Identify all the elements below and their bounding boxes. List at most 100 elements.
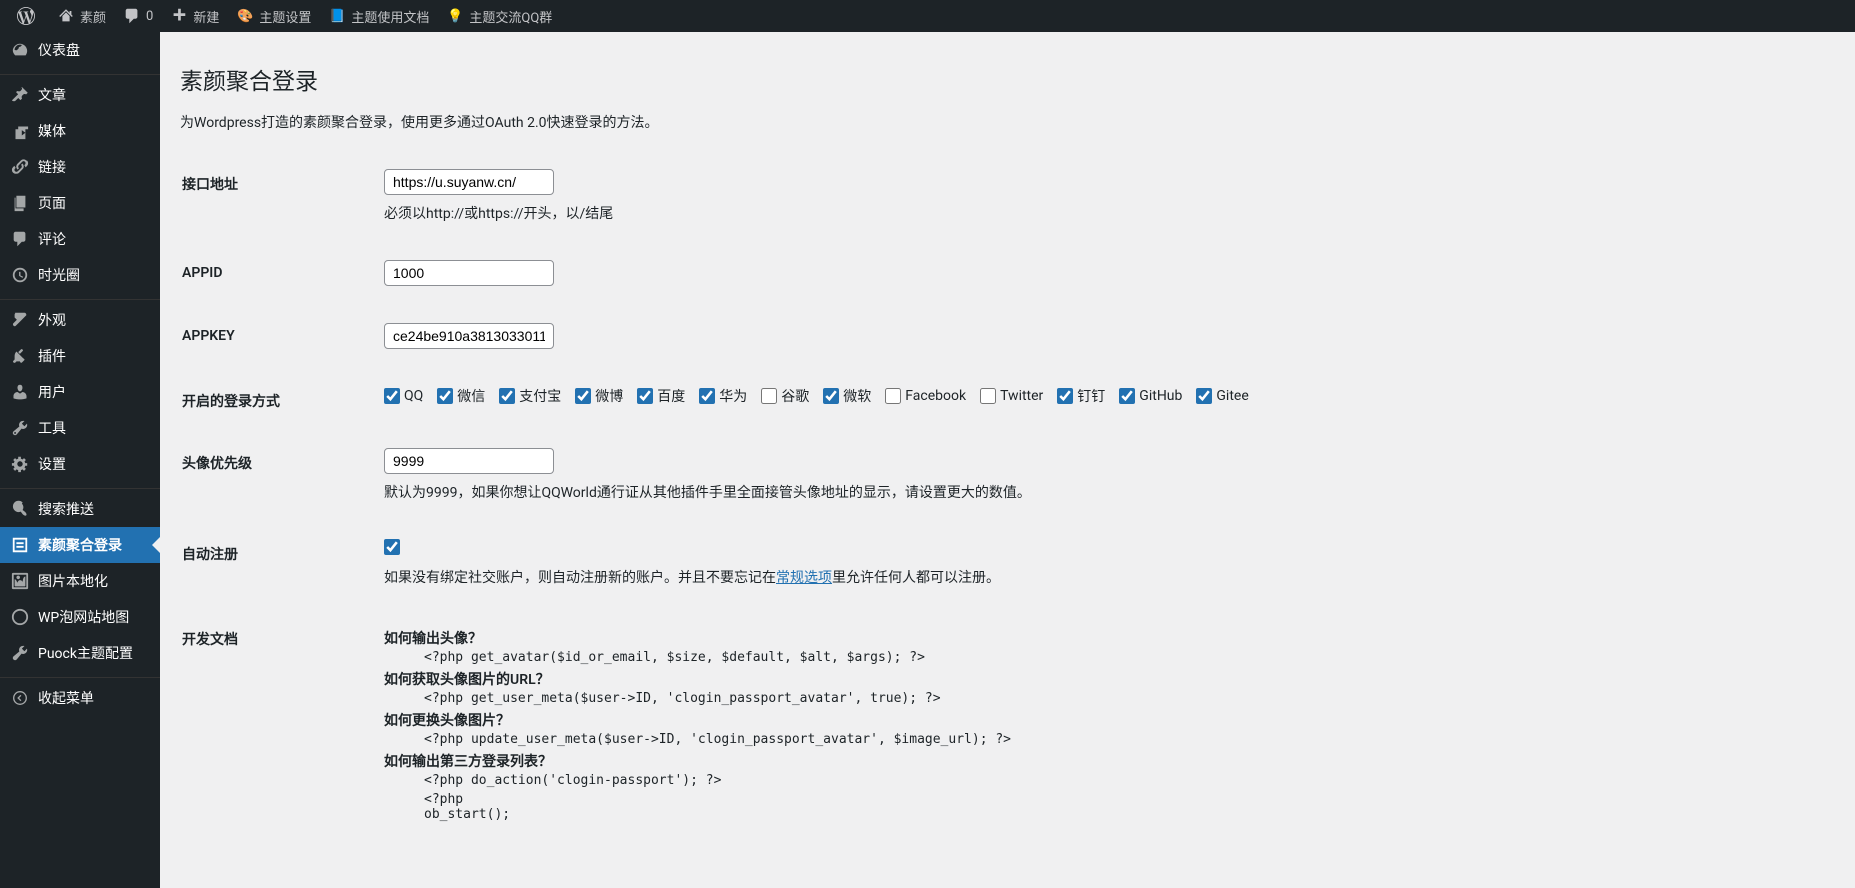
site-name-text: 素颜: [80, 7, 106, 26]
sidebar-item-settings[interactable]: 设置: [0, 446, 160, 482]
login-method-label: Gitee: [1216, 388, 1248, 404]
theme-settings[interactable]: 🎨 主题设置: [227, 0, 319, 32]
login-method-checkbox-QQ[interactable]: [384, 388, 400, 404]
dev-doc-heading: 如何获取头像图片的URL？: [384, 669, 1823, 689]
link-icon: [10, 157, 30, 177]
collapse-icon: [10, 688, 30, 708]
sidebar-item-users[interactable]: 用户: [0, 374, 160, 410]
login-method-华为[interactable]: 华为: [699, 386, 747, 406]
auto-register-checkbox[interactable]: [384, 539, 400, 555]
login-method-GitHub[interactable]: GitHub: [1119, 388, 1182, 404]
sidebar-item-searchpush[interactable]: 搜索推送: [0, 491, 160, 527]
sidebar-item-timeline[interactable]: 时光圈: [0, 257, 160, 293]
sidebar-label: 媒体: [38, 121, 66, 141]
apiurl-desc: 必须以http://或https://开头，以/结尾: [384, 203, 1823, 223]
sidebar-label: 时光圈: [38, 265, 80, 285]
auto-register-desc: 如果没有绑定社交账户，则自动注册新的账户。并且不要忘记在常规选项里允许任何人都可…: [384, 567, 1823, 587]
wp-logo[interactable]: [8, 0, 48, 32]
login-method-谷歌[interactable]: 谷歌: [761, 386, 809, 406]
theme-qq[interactable]: 💡 主题交流QQ群: [437, 0, 560, 32]
login-method-label: 支付宝: [519, 386, 561, 406]
page-icon: [10, 193, 30, 213]
separator: [0, 70, 160, 75]
field-label-apiurl: 接口地址: [182, 154, 382, 243]
login-method-微信[interactable]: 微信: [437, 386, 485, 406]
dev-doc-code: <?php do_action('clogin-passport'); ?>: [424, 773, 1823, 788]
sidebar-item-dashboard[interactable]: 仪表盘: [0, 32, 160, 68]
login-method-微软[interactable]: 微软: [823, 386, 871, 406]
theme-docs[interactable]: 📘 主题使用文档: [319, 0, 437, 32]
dashboard-icon: [10, 40, 30, 60]
site-name[interactable]: 素颜: [48, 0, 114, 32]
sidebar-item-appearance[interactable]: 外观: [0, 302, 160, 338]
appid-input[interactable]: [384, 260, 554, 286]
login-method-checkbox-百度[interactable]: [637, 388, 653, 404]
new-post[interactable]: 新建: [161, 0, 227, 32]
login-method-label: Twitter: [1000, 388, 1043, 404]
apiurl-input[interactable]: [384, 169, 554, 195]
sidebar-label: 图片本地化: [38, 571, 108, 591]
comment-icon: [122, 6, 142, 26]
login-method-label: 百度: [657, 386, 685, 406]
login-method-微博[interactable]: 微博: [575, 386, 623, 406]
puock-icon: [10, 643, 30, 663]
theme-docs-text: 主题使用文档: [351, 7, 429, 26]
login-method-label: 微博: [595, 386, 623, 406]
sidebar-item-media[interactable]: 媒体: [0, 113, 160, 149]
main-content: 素颜聚合登录 为Wordpress打造的素颜聚合登录，使用更多通过OAuth 2…: [160, 32, 1855, 888]
avatar-priority-desc: 默认为9999，如果你想让QQWorld通行证从其他插件手里全面接管头像地址的显…: [384, 482, 1823, 502]
plus-icon: [169, 6, 189, 26]
sidebar-label: 页面: [38, 193, 66, 213]
sidebar-item-puock[interactable]: Puock主题配置: [0, 635, 160, 671]
sidebar-label: WP泡网站地图: [38, 607, 129, 627]
sidebar-item-posts[interactable]: 文章: [0, 77, 160, 113]
lightbulb-icon: 💡: [445, 6, 465, 26]
brush-icon: [10, 310, 30, 330]
login-method-checkbox-微软[interactable]: [823, 388, 839, 404]
comments-count[interactable]: 0: [114, 0, 161, 32]
login-method-百度[interactable]: 百度: [637, 386, 685, 406]
login-method-支付宝[interactable]: 支付宝: [499, 386, 561, 406]
login-method-label: 谷歌: [781, 386, 809, 406]
sidebar-label: 插件: [38, 346, 66, 366]
sidebar-item-plugins[interactable]: 插件: [0, 338, 160, 374]
login-method-checkbox-支付宝[interactable]: [499, 388, 515, 404]
login-method-checkbox-Twitter[interactable]: [980, 388, 996, 404]
settings-form: 接口地址 必须以http://或https://开头，以/结尾 APPID AP…: [180, 152, 1835, 848]
sidebar-item-collapse[interactable]: 收起菜单: [0, 680, 160, 716]
sidebar-label: Puock主题配置: [38, 643, 133, 663]
login-method-checkbox-GitHub[interactable]: [1119, 388, 1135, 404]
login-method-checkbox-微信[interactable]: [437, 388, 453, 404]
sidebar-item-tools[interactable]: 工具: [0, 410, 160, 446]
sidebar-label: 搜索推送: [38, 499, 94, 519]
sidebar-item-suyan-login[interactable]: 素颜聚合登录: [0, 527, 160, 563]
login-method-checkbox-微博[interactable]: [575, 388, 591, 404]
sidebar-item-comments[interactable]: 评论: [0, 221, 160, 257]
sidebar-item-sitemap[interactable]: WP泡网站地图: [0, 599, 160, 635]
login-method-钉钉[interactable]: 钉钉: [1057, 386, 1105, 406]
sidebar-item-pages[interactable]: 页面: [0, 185, 160, 221]
theme-qq-text: 主题交流QQ群: [469, 7, 552, 26]
login-method-checkbox-钉钉[interactable]: [1057, 388, 1073, 404]
sidebar-item-image-local[interactable]: 图片本地化: [0, 563, 160, 599]
dev-doc-code: <?php get_avatar($id_or_email, $size, $d…: [424, 650, 1823, 665]
login-method-Gitee[interactable]: Gitee: [1196, 388, 1248, 404]
login-method-label: Facebook: [905, 388, 966, 404]
sidebar-label: 用户: [38, 382, 66, 402]
avatar-priority-input[interactable]: [384, 448, 554, 474]
general-options-link[interactable]: 常规选项: [776, 570, 832, 586]
login-method-checkbox-华为[interactable]: [699, 388, 715, 404]
dev-doc-code: <?php update_user_meta($user->ID, 'clogi…: [424, 732, 1823, 747]
login-method-checkbox-Gitee[interactable]: [1196, 388, 1212, 404]
login-method-QQ[interactable]: QQ: [384, 388, 423, 404]
admin-bar: 素颜 0 新建 🎨 主题设置 📘 主题使用文档 💡 主题交流QQ群: [0, 0, 1855, 32]
separator: [0, 295, 160, 300]
sidebar-item-links[interactable]: 链接: [0, 149, 160, 185]
login-method-Twitter[interactable]: Twitter: [980, 388, 1043, 404]
login-method-checkbox-谷歌[interactable]: [761, 388, 777, 404]
sidebar-label: 文章: [38, 85, 66, 105]
appkey-input[interactable]: [384, 323, 554, 349]
login-method-checkbox-Facebook[interactable]: [885, 388, 901, 404]
login-method-Facebook[interactable]: Facebook: [885, 388, 966, 404]
comments-count-text: 0: [146, 9, 153, 24]
